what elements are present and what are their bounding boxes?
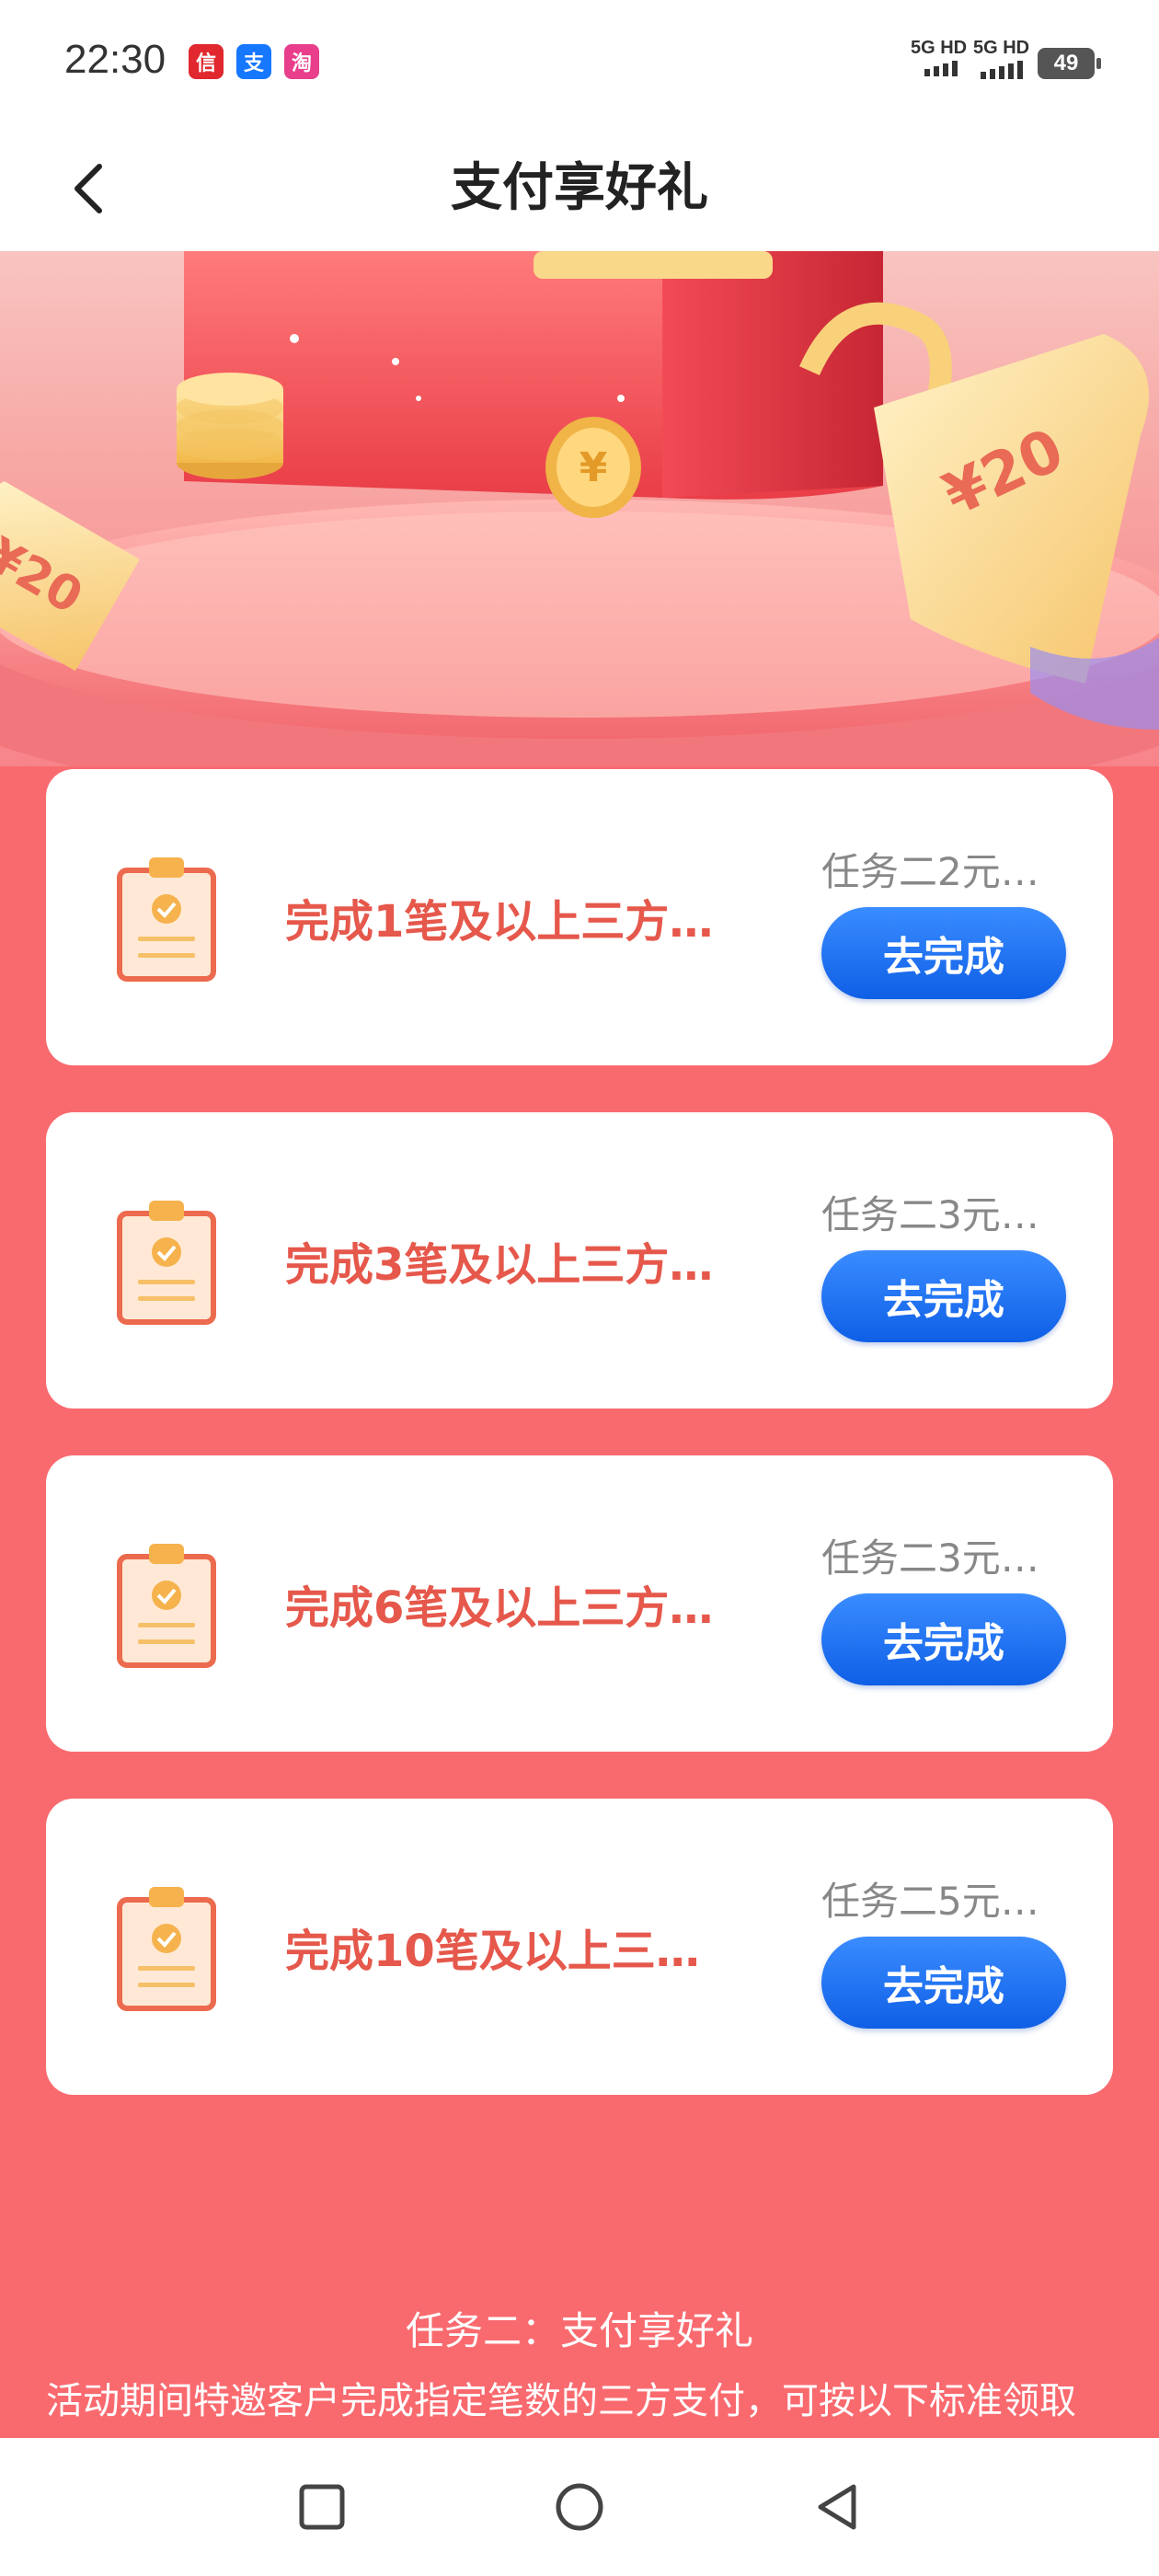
task-title: 完成1笔及以上三方… bbox=[285, 896, 714, 948]
status-time: 22:30 bbox=[64, 37, 166, 82]
circle-icon bbox=[556, 2483, 603, 2531]
task-title: 完成6笔及以上三方… bbox=[285, 1582, 714, 1634]
clipboard-icon bbox=[117, 1887, 216, 2011]
complete-task-button[interactable]: 去完成 bbox=[821, 1937, 1066, 2029]
yen-coin: ¥ bbox=[545, 417, 641, 518]
home-button[interactable] bbox=[547, 2475, 612, 2539]
signal-bars-1-icon bbox=[924, 61, 958, 76]
clipboard-icon bbox=[117, 857, 216, 982]
task-title: 完成10笔及以上三… bbox=[285, 1926, 700, 1977]
taobao-icon: 淘 bbox=[284, 44, 319, 79]
clipboard-icon bbox=[117, 1201, 216, 1325]
back-nav-button[interactable] bbox=[805, 2475, 869, 2539]
complete-task-button[interactable]: 去完成 bbox=[821, 1593, 1066, 1685]
title-bar: 支付享好礼 bbox=[0, 124, 1159, 251]
task-reward: 任务二3元… bbox=[821, 1192, 1039, 1237]
triangle-back-icon bbox=[818, 2484, 856, 2530]
recent-apps-button[interactable] bbox=[290, 2475, 354, 2539]
task-reward: 任务二5元… bbox=[821, 1879, 1039, 1924]
task-reward: 任务二2元… bbox=[821, 849, 1039, 894]
status-bar: 22:30 信 支 淘 5G HD 5G HD 49 bbox=[0, 0, 1159, 124]
page-title: 支付享好礼 bbox=[451, 158, 708, 218]
svg-text:¥: ¥ bbox=[580, 444, 608, 491]
notification-icons: 信 支 淘 bbox=[189, 44, 319, 79]
signal-bars-2-icon bbox=[981, 61, 1023, 79]
task-reward: 任务二3元… bbox=[821, 1535, 1039, 1581]
signal-label-1: 5G HD bbox=[911, 38, 968, 58]
gold-bar bbox=[534, 251, 773, 279]
coin-stack bbox=[177, 373, 283, 479]
complete-task-button[interactable]: 去完成 bbox=[821, 1250, 1066, 1342]
rules-title: 任务二：支付享好礼 bbox=[405, 2308, 753, 2353]
battery-icon: 49 bbox=[1038, 48, 1101, 79]
task-card: 完成3笔及以上三方… 任务二3元… 去完成 bbox=[46, 1112, 1113, 1409]
system-nav-bar bbox=[0, 2438, 1159, 2576]
task-card: 完成1笔及以上三方… 任务二2元… 去完成 bbox=[46, 769, 1113, 1065]
app-notification-icon-1: 信 bbox=[189, 44, 224, 79]
clipboard-icon bbox=[117, 1544, 216, 1668]
signal-label-2: 5G HD bbox=[973, 38, 1030, 58]
banner-illustration: ¥ ¥20 ¥20 bbox=[0, 251, 1159, 766]
promo-banner: ¥ ¥20 ¥20 bbox=[0, 251, 1159, 766]
task-title: 完成3笔及以上三方… bbox=[285, 1239, 714, 1291]
task-card: 完成6笔及以上三方… 任务二3元… 去完成 bbox=[46, 1455, 1113, 1752]
task-card: 完成10笔及以上三… 任务二5元… 去完成 bbox=[46, 1799, 1113, 2095]
alipay-icon: 支 bbox=[236, 44, 271, 79]
square-icon bbox=[299, 2484, 345, 2530]
complete-task-button[interactable]: 去完成 bbox=[821, 907, 1066, 999]
